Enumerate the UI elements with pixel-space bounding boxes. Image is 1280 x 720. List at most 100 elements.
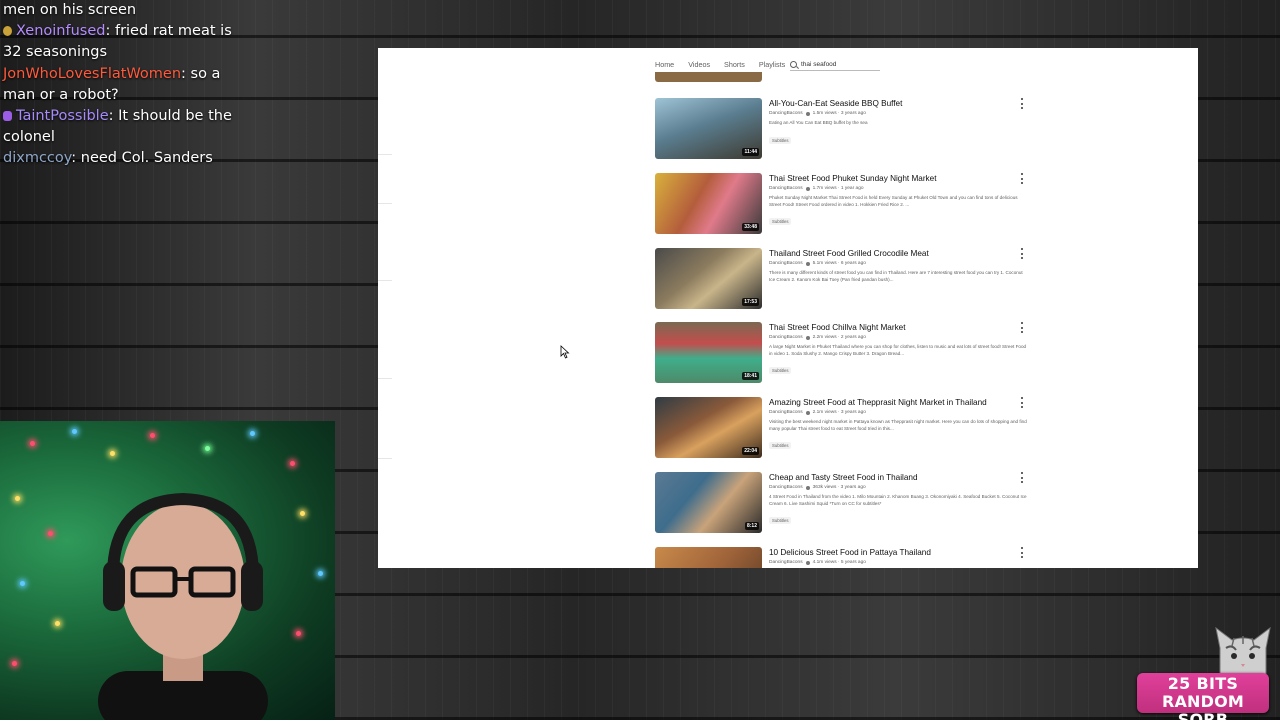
video-thumbnail[interactable]: 18:41	[655, 322, 762, 383]
channel-name[interactable]: DancingBacons	[769, 410, 803, 415]
subtitles-badge: Subtitles	[769, 136, 792, 144]
verified-icon	[805, 335, 810, 340]
video-meta: DancingBacons 2.2m views · 2 years ago	[769, 335, 1029, 340]
channel-name[interactable]: DancingBacons	[769, 186, 803, 191]
divider	[378, 280, 392, 281]
channel-tabs: Home Videos Shorts Playlists	[655, 60, 799, 69]
video-title[interactable]: Thai Street Food Phuket Sunday Night Mar…	[769, 174, 1029, 183]
video-title[interactable]: Thai Street Food Chillva Night Market	[769, 323, 1029, 332]
video-meta: DancingBacons 1.7m views · 1 year ago	[769, 186, 1029, 191]
video-title[interactable]: Thailand Street Food Grilled Crocodile M…	[769, 249, 1029, 258]
tab-home[interactable]: Home	[655, 60, 674, 69]
channel-name[interactable]: DancingBacons	[769, 335, 803, 340]
verified-icon	[805, 261, 810, 266]
chat-overlay: men on his screen Xenoinfused: fried rat…	[3, 0, 233, 170]
channel-name[interactable]: DancingBacons	[769, 111, 803, 116]
stream-scene: { "chat": { "messages": [ {"user": "", "…	[0, 0, 1280, 720]
chat-message: men on his screen	[3, 0, 233, 21]
video-duration: 8:12	[744, 522, 759, 530]
video-thumbnail[interactable]: 33:48	[655, 173, 762, 234]
search-icon[interactable]	[790, 61, 797, 68]
video-thumbnail[interactable]: 17:53	[655, 248, 762, 309]
badge-icon	[3, 26, 12, 37]
verified-icon	[805, 410, 810, 415]
video-stats: 4.1m views · 5 years ago	[812, 560, 866, 565]
chat-message: dixmccoy: need Col. Sanders	[3, 148, 233, 169]
verified-icon	[805, 186, 810, 191]
video-title[interactable]: All-You-Can-Eat Seaside BBQ Buffet	[769, 99, 1029, 108]
video-item[interactable]: 22:04 Amazing Street Food at Thepprasit …	[655, 397, 1035, 459]
video-item[interactable]: 18:41 Thai Street Food Chillva Night Mar…	[655, 322, 1035, 384]
verified-icon	[805, 485, 810, 490]
more-options-icon[interactable]	[1020, 98, 1024, 109]
video-stats: 2.2m views · 2 years ago	[812, 335, 866, 340]
chat-message: Xenoinfused: fried rat meat is 32 season…	[3, 21, 233, 63]
channel-name[interactable]: DancingBacons	[769, 485, 803, 490]
video-duration: 33:48	[742, 223, 759, 231]
bits-alert: 25 BITS RANDOM SORB	[1137, 673, 1269, 720]
divider	[378, 378, 392, 379]
video-duration: 22:04	[742, 447, 759, 455]
more-options-icon[interactable]	[1020, 322, 1024, 333]
more-options-icon[interactable]	[1020, 472, 1024, 483]
chat-text: men on his screen	[3, 2, 137, 18]
video-description: Phuket Sunday Night Market Thai Street F…	[769, 195, 1018, 207]
chat-username: Xenoinfused	[16, 23, 106, 40]
chat-message: JonWhoLovesFlatWomen: so a man or a robo…	[3, 64, 233, 106]
chat-message: TaintPossible: It should be the colonel	[3, 106, 233, 148]
video-title[interactable]: Cheap and Tasty Street Food in Thailand	[769, 473, 1029, 482]
video-item[interactable]: 11:44 All-You-Can-Eat Seaside BBQ Buffet…	[655, 98, 1035, 160]
divider	[378, 458, 392, 459]
video-thumbnail[interactable]: 8:12	[655, 472, 762, 533]
video-description: Visiting the best weekend night market i…	[769, 419, 1027, 431]
webcam-feed	[0, 421, 335, 720]
divider	[378, 154, 392, 155]
video-stats: 5.1m views · 6 years ago	[812, 261, 866, 266]
video-title[interactable]: 10 Delicious Street Food in Pattaya Thai…	[769, 548, 1029, 557]
verified-icon	[805, 560, 810, 565]
subtitles-badge: Subtitles	[769, 517, 792, 524]
subtitles-badge: Subtitles	[769, 218, 792, 225]
chat-text: : need Col. Sanders	[71, 150, 213, 167]
video-thumbnail[interactable]: 11:44	[655, 98, 762, 159]
tab-shorts[interactable]: Shorts	[724, 60, 745, 69]
search-input[interactable]: thai seafood	[801, 61, 836, 68]
streamer-silhouette	[98, 492, 268, 720]
video-duration: 18:41	[742, 372, 759, 380]
video-title[interactable]: Amazing Street Food at Thepprasit Night …	[769, 398, 1029, 407]
tab-videos[interactable]: Videos	[688, 60, 710, 69]
video-meta: DancingBacons 1.5m views · 3 years ago	[769, 111, 1029, 116]
divider	[378, 203, 392, 204]
browser-window: Home Videos Shorts Playlists thai seafoo…	[378, 48, 1198, 568]
more-options-icon[interactable]	[1020, 397, 1024, 408]
video-item[interactable]: 17:53 Thailand Street Food Grilled Croco…	[655, 248, 1035, 310]
video-duration: 11:44	[742, 148, 759, 156]
video-stats: 2.1m views · 3 years ago	[812, 410, 866, 415]
video-thumbnail[interactable]	[655, 72, 762, 82]
video-stats: 1.5m views · 3 years ago	[812, 111, 866, 116]
tab-playlists[interactable]: Playlists	[759, 60, 785, 69]
video-duration: 17:53	[742, 298, 759, 306]
video-thumbnail[interactable]: 22:04	[655, 397, 762, 458]
channel-name[interactable]: DancingBacons	[769, 261, 803, 266]
more-options-icon[interactable]	[1020, 248, 1024, 259]
channel-search[interactable]: thai seafood	[790, 59, 880, 71]
video-item[interactable]: 8:12 Cheap and Tasty Street Food in Thai…	[655, 472, 1035, 534]
bits-username: RANDOM SORB	[1161, 692, 1245, 720]
bits-amount: 25 BITS	[1167, 674, 1239, 693]
chat-username: JonWhoLovesFlatWomen	[3, 65, 182, 82]
video-description: Eating an All You Can Eat BBQ buffet by …	[769, 120, 868, 125]
video-description: A large Night Market in Phuket Thailand …	[769, 344, 1027, 356]
video-stats: 1.7m views · 1 year ago	[812, 186, 864, 191]
video-meta: DancingBacons 5.1m views · 6 years ago	[769, 261, 1029, 266]
badge-icon	[3, 111, 12, 122]
chat-username: TaintPossible	[16, 108, 109, 125]
more-options-icon[interactable]	[1020, 173, 1024, 184]
chat-username: dixmccoy	[3, 150, 72, 167]
video-item[interactable]: 10 Delicious Street Food in Pattaya Thai…	[655, 547, 1035, 568]
video-stats: 363k views · 3 years ago	[812, 485, 866, 490]
more-options-icon[interactable]	[1020, 547, 1024, 558]
video-thumbnail[interactable]	[655, 547, 762, 568]
video-item[interactable]: 33:48 Thai Street Food Phuket Sunday Nig…	[655, 173, 1035, 235]
channel-name[interactable]: DancingBacons	[769, 560, 803, 565]
